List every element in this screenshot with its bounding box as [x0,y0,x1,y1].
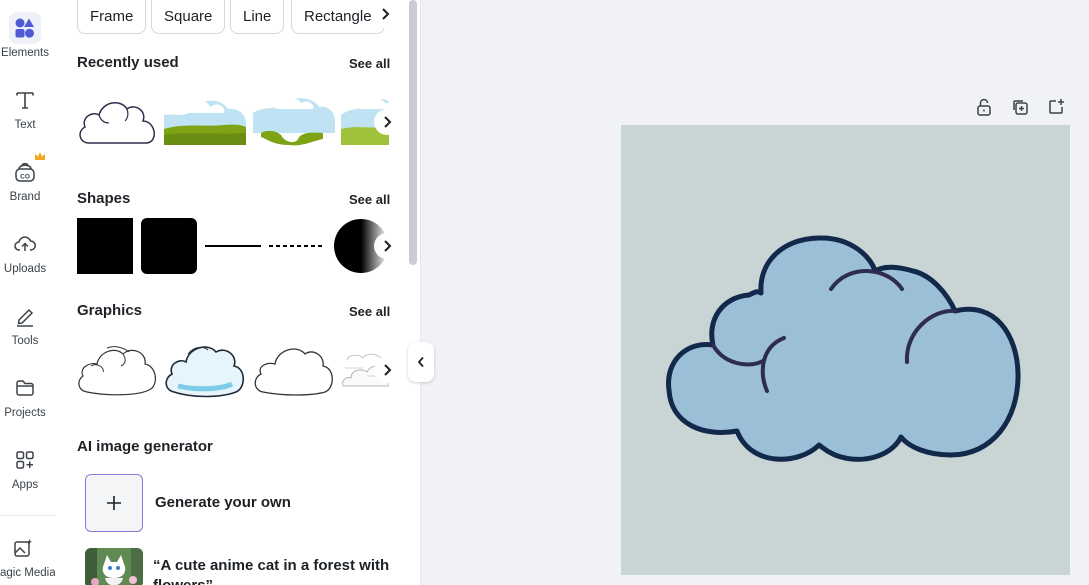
folder-icon [9,372,41,404]
section-title-ai-image-generator: AI image generator [77,438,213,455]
shape-solid-line[interactable] [205,238,261,254]
graphic-cloud-blue[interactable] [164,340,246,398]
chevron-left-icon [417,356,424,368]
see-all-shapes[interactable]: See all [349,192,390,207]
graphic-cloud-simple[interactable] [253,342,335,396]
shape-rounded-square[interactable] [141,218,197,274]
rail-item-elements[interactable]: Elements [0,12,50,59]
chevron-right-icon [384,116,392,128]
chip-frame[interactable]: Frame [77,0,147,34]
ai-prompt-example[interactable]: “A cute anime cat in a forest with flowe… [153,556,393,585]
brand-icon: CO [9,152,45,188]
lock-page-button[interactable] [973,96,995,118]
see-all-graphics[interactable]: See all [349,304,390,319]
left-rail: Elements Text CO Brand Uploads Tools Pro… [0,0,56,585]
rail-label-apps: Apps [11,479,39,491]
text-icon [9,84,41,116]
chevron-right-icon [384,240,392,252]
add-page-icon [1049,99,1064,114]
recent-cloud-outline[interactable] [77,95,157,147]
rail-item-brand[interactable]: CO Brand [0,152,50,203]
svg-text:CO: CO [20,174,30,181]
recent-cloud-landscape-1[interactable] [164,95,246,147]
collapse-panel-button[interactable] [408,342,434,382]
plus-icon [107,496,121,510]
apps-icon [9,444,41,476]
uploads-icon [9,228,41,260]
add-page-button[interactable] [1045,96,1067,118]
graphic-cloud-sketch[interactable] [77,342,157,396]
rail-item-tools[interactable]: Tools [0,300,50,347]
rail-item-magic-media[interactable]: Magic Media [0,532,56,579]
rail-label-magic-media: Magic Media [0,567,56,579]
duplicate-icon [1013,100,1028,115]
section-title-shapes: Shapes [77,190,131,207]
recent-next-button[interactable] [374,109,400,135]
rail-label-brand: Brand [9,191,41,203]
panel-scrollbar[interactable] [409,0,417,265]
panel-divider [420,0,421,585]
anime-cat-thumbnail[interactable] [85,548,143,585]
section-title-recently-used: Recently used [77,54,179,71]
shape-square[interactable] [77,218,133,274]
chip-line[interactable]: Line [230,0,285,34]
recent-cloud-landscape-2[interactable] [253,95,335,147]
chevron-right-icon [382,8,390,20]
chip-square[interactable]: Square [151,0,226,34]
cloud-graphic[interactable] [621,125,1070,575]
shapes-next-button[interactable] [374,233,400,259]
duplicate-page-button[interactable] [1009,96,1031,118]
tools-icon [9,300,41,332]
design-canvas[interactable] [621,125,1070,575]
generate-your-own-button[interactable] [85,474,143,532]
unlock-icon [977,98,991,116]
rail-divider [0,515,55,516]
rail-item-text[interactable]: Text [0,84,50,131]
rail-label-tools: Tools [11,335,39,347]
generate-your-own-label[interactable]: Generate your own [155,494,291,511]
rail-label-projects: Projects [4,407,46,419]
rail-label-text: Text [14,119,36,131]
graphics-next-button[interactable] [374,357,400,383]
rail-item-uploads[interactable]: Uploads [0,228,50,275]
rail-item-projects[interactable]: Projects [0,372,50,419]
shape-dashed-line[interactable] [269,238,325,254]
magic-media-icon [7,532,39,564]
rail-label-elements: Elements [1,47,49,59]
chips-next-button[interactable] [371,0,399,28]
section-title-graphics: Graphics [77,302,143,319]
rail-item-apps[interactable]: Apps [0,444,50,491]
elements-icon [9,12,41,44]
rail-label-uploads: Uploads [3,263,47,275]
see-all-recently-used[interactable]: See all [349,56,390,71]
crown-icon [35,152,45,160]
chevron-right-icon [384,364,392,376]
